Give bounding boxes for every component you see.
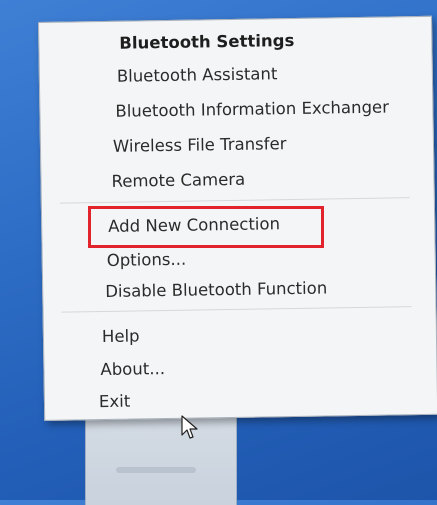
menu-item-disable-bluetooth-function[interactable]: Disable Bluetooth Function <box>105 278 327 301</box>
highlight-annotation-box <box>88 206 324 248</box>
arrow-pointer-icon <box>181 415 198 439</box>
menu-item-bluetooth-information-exchanger[interactable]: Bluetooth Information Exchanger <box>115 98 389 122</box>
menu-separator <box>59 197 410 204</box>
menu-item-remote-camera[interactable]: Remote Camera <box>111 170 245 192</box>
menu-item-wireless-file-transfer[interactable]: Wireless File Transfer <box>113 134 287 157</box>
background-window-text <box>116 467 196 473</box>
menu-item-bluetooth-settings[interactable]: Bluetooth Settings <box>119 31 294 54</box>
menu-separator <box>61 306 412 313</box>
menu-item-bluetooth-assistant[interactable]: Bluetooth Assistant <box>117 64 278 87</box>
menu-item-about[interactable]: About... <box>100 359 165 380</box>
menu-item-exit[interactable]: Exit <box>99 392 131 412</box>
menu-item-options[interactable]: Options... <box>107 250 187 271</box>
menu-item-help[interactable]: Help <box>102 326 140 347</box>
